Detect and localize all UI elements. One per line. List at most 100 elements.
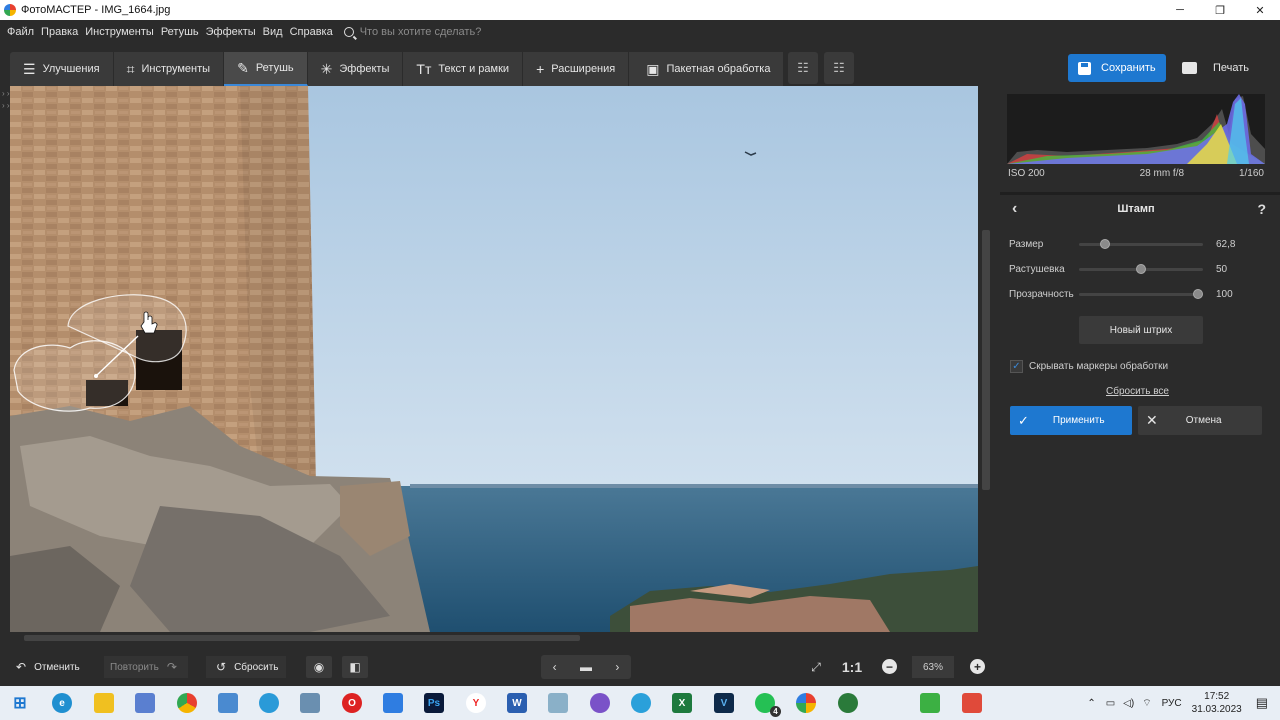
- images-icon: ▣: [646, 61, 660, 77]
- horizontal-scroll-thumb[interactable]: [24, 635, 580, 641]
- cancel-button[interactable]: ✕ Отмена: [1138, 406, 1262, 435]
- plus-icon: +: [536, 61, 545, 77]
- app-icon[interactable]: [218, 693, 238, 713]
- clock[interactable]: 17:52 31.03.2023: [1192, 690, 1242, 716]
- whatsapp-icon[interactable]: 4: [755, 693, 781, 717]
- collapsed-side-panel[interactable]: › › › ›: [0, 86, 10, 632]
- minimize-button[interactable]: ─: [1160, 0, 1200, 20]
- photoshop-icon[interactable]: Ps: [424, 693, 444, 713]
- back-chevron-icon[interactable]: ‹: [1012, 200, 1017, 218]
- tab-extensions[interactable]: + Расширения: [523, 52, 630, 86]
- fotomaster-taskbar-icon[interactable]: [796, 693, 816, 713]
- calculator-icon[interactable]: [300, 693, 320, 713]
- hide-markers-label: Скрывать маркеры обработки: [1029, 361, 1169, 372]
- text-icon: Tт: [416, 61, 432, 77]
- apply-button[interactable]: ✓ Применить: [1010, 406, 1132, 435]
- word-icon[interactable]: W: [507, 693, 527, 713]
- presets-add-icon[interactable]: ☷: [788, 52, 818, 84]
- telegram-icon[interactable]: [631, 693, 651, 713]
- folder-icon[interactable]: ▬: [580, 660, 592, 674]
- browser-icon[interactable]: [259, 693, 279, 713]
- next-image-icon[interactable]: ›: [615, 660, 619, 674]
- yandex-icon[interactable]: Y: [466, 693, 486, 713]
- green-app-icon[interactable]: [920, 693, 940, 713]
- command-search-input[interactable]: [359, 26, 540, 38]
- tab-batch-processing[interactable]: ▣ Пакетная обработка: [633, 52, 784, 86]
- notes-icon[interactable]: [548, 693, 568, 713]
- undo-button[interactable]: ↶ Отменить: [16, 656, 80, 678]
- reset-all-link[interactable]: Сбросить все: [1106, 386, 1169, 397]
- zoom-in-icon[interactable]: +: [970, 659, 985, 674]
- menu-retouch[interactable]: Ретушь: [161, 26, 199, 38]
- menu-view[interactable]: Вид: [263, 26, 283, 38]
- right-panel: ISO 200 28 mm f/8 1/160 ‹ Штамп ? Размер…: [1000, 86, 1280, 686]
- panel-divider: [1000, 192, 1280, 195]
- photo-image: [10, 86, 978, 632]
- redo-icon: ↷: [166, 660, 177, 674]
- vertical-scroll-thumb[interactable]: [982, 230, 990, 490]
- redo-button[interactable]: Повторить ↷: [104, 656, 188, 678]
- opera-icon[interactable]: O: [342, 693, 362, 713]
- tab-tools[interactable]: ⌗ Инструменты: [114, 52, 225, 86]
- eye-preview-icon[interactable]: ◉: [306, 656, 332, 678]
- help-icon[interactable]: ?: [1257, 201, 1266, 217]
- shutter-value: 1/160: [1238, 168, 1264, 179]
- feather-slider-knob[interactable]: [1136, 263, 1146, 274]
- fit-to-screen-icon[interactable]: ⤢: [804, 656, 828, 678]
- mail-icon[interactable]: [383, 693, 403, 713]
- command-search[interactable]: [343, 26, 540, 38]
- tray-app-icon[interactable]: [838, 693, 858, 713]
- photo-canvas[interactable]: [10, 86, 978, 632]
- menu-tools[interactable]: Инструменты: [85, 26, 154, 38]
- opacity-slider[interactable]: [1079, 288, 1203, 299]
- network-icon[interactable]: ⌔: [1142, 697, 1151, 710]
- save-button[interactable]: Сохранить: [1068, 54, 1166, 82]
- file-explorer-icon[interactable]: [94, 693, 114, 713]
- print-label: Печать: [1213, 62, 1250, 74]
- zoom-out-icon[interactable]: −: [882, 659, 897, 674]
- menu-file[interactable]: Файл: [7, 26, 34, 38]
- store-icon[interactable]: [135, 693, 155, 713]
- print-button[interactable]: Печать: [1174, 54, 1266, 82]
- whatsapp-badge: 4: [770, 706, 781, 717]
- red-app-icon[interactable]: [962, 693, 982, 713]
- feather-slider[interactable]: [1079, 263, 1203, 274]
- reset-button[interactable]: ↺ Сбросить: [206, 656, 286, 678]
- tab-effects[interactable]: ✳ Эффекты: [308, 52, 404, 86]
- new-stroke-button[interactable]: Новый штрих: [1079, 316, 1203, 344]
- language-indicator[interactable]: РУС: [1162, 698, 1182, 709]
- zoom-one-to-one-button[interactable]: 1:1: [838, 656, 866, 678]
- save-label: Сохранить: [1101, 62, 1156, 74]
- vertical-scrollbar[interactable]: [980, 86, 992, 632]
- opacity-slider-knob[interactable]: [1193, 288, 1203, 299]
- previous-image-icon[interactable]: ‹: [553, 660, 557, 674]
- tab-retouch[interactable]: ✎ Ретушь: [224, 52, 308, 86]
- presets-download-icon[interactable]: ☷: [824, 52, 854, 84]
- windows-start-icon[interactable]: ⊞: [10, 693, 30, 713]
- notifications-icon[interactable]: ▤: [1256, 695, 1268, 711]
- size-slider[interactable]: [1079, 238, 1203, 249]
- menu-edit[interactable]: Правка: [41, 26, 78, 38]
- tab-enhancements[interactable]: ☰ Улучшения: [10, 52, 114, 86]
- hide-markers-checkbox[interactable]: ✓: [1010, 360, 1023, 373]
- battery-icon[interactable]: ▭: [1106, 698, 1115, 709]
- v-app-icon[interactable]: V: [714, 693, 734, 713]
- close-button[interactable]: ✕: [1240, 0, 1280, 20]
- size-slider-knob[interactable]: [1099, 238, 1110, 249]
- compare-icon[interactable]: ◧: [342, 656, 368, 678]
- tab-label: Инструменты: [141, 63, 211, 75]
- menu-effects[interactable]: Эффекты: [206, 26, 256, 38]
- horizontal-scrollbar[interactable]: [10, 632, 980, 644]
- hide-markers-option[interactable]: ✓ Скрывать маркеры обработки: [1010, 360, 1168, 373]
- opacity-label: Прозрачность: [1009, 288, 1074, 300]
- tab-label: Улучшения: [42, 63, 100, 75]
- tray-chevron-icon[interactable]: ⌃: [1087, 698, 1095, 709]
- maximize-button[interactable]: ❐: [1200, 0, 1240, 20]
- excel-icon[interactable]: X: [672, 693, 692, 713]
- viber-icon[interactable]: [590, 693, 610, 713]
- chrome-icon[interactable]: [177, 693, 197, 713]
- tab-text-frames[interactable]: Tт Текст и рамки: [403, 52, 524, 86]
- edge-browser-icon[interactable]: e: [52, 693, 72, 713]
- menu-help[interactable]: Справка: [290, 26, 333, 38]
- volume-icon[interactable]: ◁): [1123, 698, 1134, 709]
